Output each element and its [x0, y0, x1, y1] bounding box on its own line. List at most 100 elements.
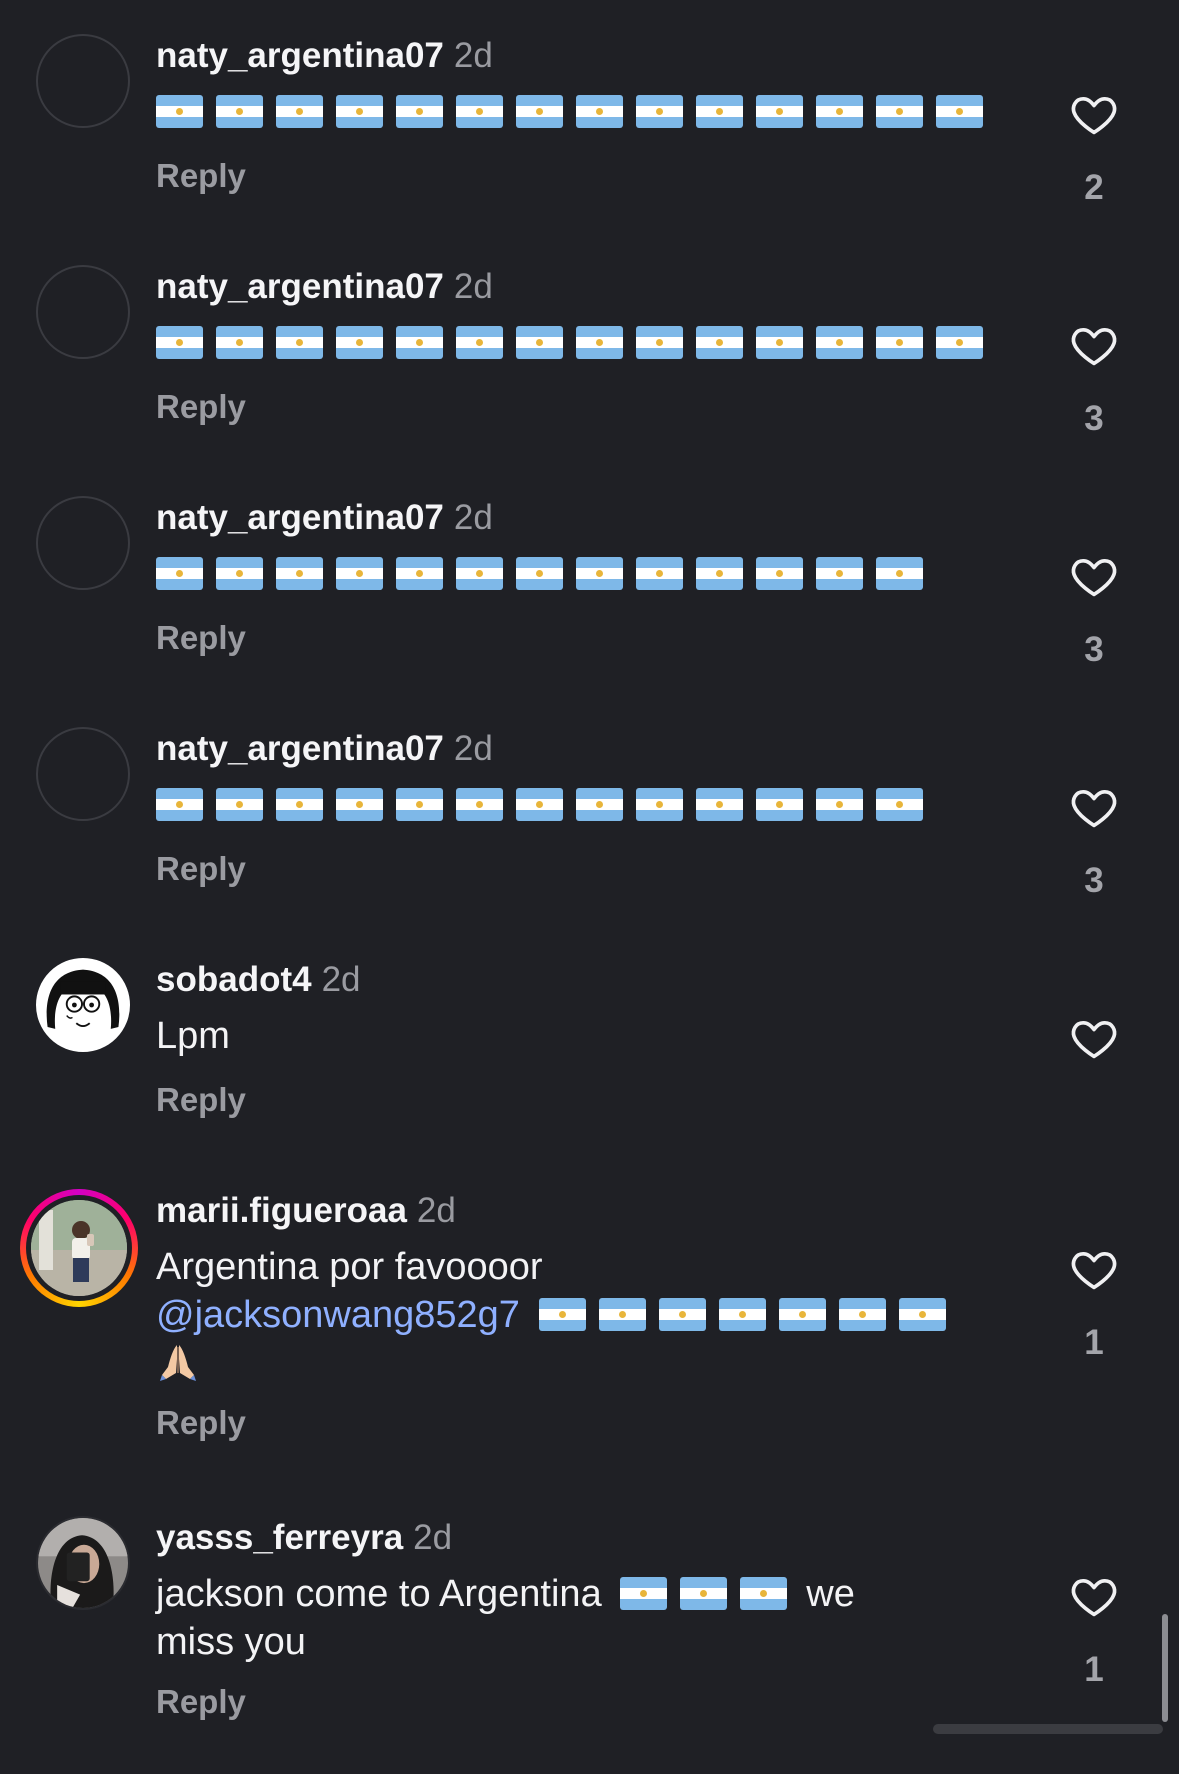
comment-header: naty_argentina07 2d: [156, 496, 1016, 540]
comment-time: 2d: [321, 960, 361, 999]
heart-outline-icon: [1071, 327, 1117, 366]
comment-time: 2d: [416, 1191, 456, 1230]
reply-button[interactable]: Reply: [156, 1403, 246, 1443]
comment-username[interactable]: yasss_ferreyra: [156, 1518, 403, 1557]
reply-button[interactable]: Reply: [156, 618, 246, 658]
argentina-flag-icon: [396, 788, 443, 821]
reply-button[interactable]: Reply: [156, 849, 246, 889]
like-button[interactable]: [1068, 1570, 1120, 1622]
comment-username[interactable]: naty_argentina07: [156, 498, 444, 537]
argentina-flag-icon: [516, 95, 563, 128]
argentina-flag-icon: [598, 1298, 646, 1331]
like-count: 1: [1084, 1650, 1104, 1689]
argentina-flag-icon: [456, 557, 503, 590]
argentina-flag-icon: [336, 788, 383, 821]
argentina-flag-icon: [276, 326, 323, 359]
argentina-flag-icon: [756, 326, 803, 359]
argentina-flag-icon: [696, 788, 743, 821]
comment-text-line: Argentina por favoooor: [156, 1246, 543, 1288]
comment-body: naty_argentina07 2d Reply: [156, 496, 1016, 658]
avatar[interactable]: [36, 265, 130, 359]
like-count: 3: [1084, 630, 1104, 669]
argentina-flag-icon: [396, 95, 443, 128]
scrollbar[interactable]: [1162, 1614, 1168, 1722]
like-button[interactable]: [1068, 550, 1120, 602]
argentina-flag-icon: [156, 788, 203, 821]
avatar[interactable]: [36, 958, 130, 1052]
profile-photo-image: [38, 1518, 128, 1608]
home-indicator: [933, 1724, 1163, 1734]
heart-outline-icon: [1071, 558, 1117, 597]
comment-username[interactable]: naty_argentina07: [156, 267, 444, 306]
comment-text: [156, 319, 1016, 367]
comment-time: 2d: [453, 729, 493, 768]
argentina-flag-icon: [156, 326, 203, 359]
argentina-flag-icon: [396, 557, 443, 590]
argentina-flag-icon: [156, 557, 203, 590]
argentina-flag-icon: [696, 557, 743, 590]
argentina-flag-icon: [456, 788, 503, 821]
reply-button[interactable]: Reply: [156, 387, 246, 427]
argentina-flag-icon: [216, 326, 263, 359]
argentina-flag-icon: [636, 557, 683, 590]
comment-header: sobadot4 2d: [156, 958, 1016, 1002]
like-button[interactable]: [1068, 1012, 1120, 1064]
argentina-flag-icon: [636, 326, 683, 359]
avatar[interactable]: [36, 1516, 130, 1610]
comment-text-after: we: [806, 1573, 855, 1615]
mention-link[interactable]: @jacksonwang852g7: [156, 1294, 520, 1336]
heart-outline-icon: [1071, 789, 1117, 828]
argentina-flag-icon: [876, 95, 923, 128]
argentina-flag-icon: [936, 326, 983, 359]
argentina-flag-icon: [216, 95, 263, 128]
like-count: 3: [1084, 861, 1104, 900]
comment-text-line: miss you: [156, 1621, 306, 1663]
comment-username[interactable]: naty_argentina07: [156, 729, 444, 768]
argentina-flag-icon: [816, 788, 863, 821]
flag-row: [156, 319, 1016, 367]
comment-header: marii.figueroaa 2d: [156, 1189, 1016, 1233]
flag-group: [620, 1573, 800, 1615]
comment-body: sobadot4 2d Lpm Reply: [156, 958, 1016, 1120]
reply-button[interactable]: Reply: [156, 1080, 246, 1120]
like-button[interactable]: [1068, 88, 1120, 140]
argentina-flag-icon: [456, 326, 503, 359]
flag-row: [156, 88, 1016, 136]
avatar[interactable]: [36, 496, 130, 590]
comment-time: 2d: [453, 267, 493, 306]
like-count: 3: [1084, 399, 1104, 438]
argentina-flag-icon: [336, 326, 383, 359]
flag-group: [538, 1294, 959, 1336]
like-button[interactable]: [1068, 319, 1120, 371]
comment-username[interactable]: marii.figueroaa: [156, 1191, 407, 1230]
argentina-flag-icon: [336, 557, 383, 590]
argentina-flag-icon: [636, 788, 683, 821]
comment-header: yasss_ferreyra 2d: [156, 1516, 1016, 1560]
like-button[interactable]: [1068, 781, 1120, 833]
argentina-flag-icon: [838, 1298, 886, 1331]
comment-header: naty_argentina07 2d: [156, 34, 1016, 78]
story-ring-avatar[interactable]: [20, 1189, 138, 1307]
argentina-flag-icon: [756, 557, 803, 590]
comment-time: 2d: [453, 36, 493, 75]
comment-username[interactable]: naty_argentina07: [156, 36, 444, 75]
argentina-flag-icon: [538, 1298, 586, 1331]
comment-body: marii.figueroaa 2d Argentina por favoooor…: [156, 1189, 1016, 1443]
comment-header: naty_argentina07 2d: [156, 727, 1016, 771]
heart-outline-icon: [1071, 1251, 1117, 1290]
argentina-flag-icon: [576, 788, 623, 821]
comment-username[interactable]: sobadot4: [156, 960, 312, 999]
flag-row: [156, 550, 1016, 598]
argentina-flag-icon: [778, 1298, 826, 1331]
like-count: 1: [1084, 1323, 1104, 1362]
like-button[interactable]: [1068, 1243, 1120, 1295]
avatar-photo: [31, 1200, 127, 1296]
argentina-flag-icon: [216, 557, 263, 590]
reply-button[interactable]: Reply: [156, 156, 246, 196]
avatar[interactable]: [36, 34, 130, 128]
reply-button[interactable]: Reply: [156, 1682, 246, 1722]
comment-text: [156, 781, 1016, 829]
argentina-flag-icon: [936, 95, 983, 128]
comment-time: 2d: [413, 1518, 453, 1557]
avatar[interactable]: [36, 727, 130, 821]
